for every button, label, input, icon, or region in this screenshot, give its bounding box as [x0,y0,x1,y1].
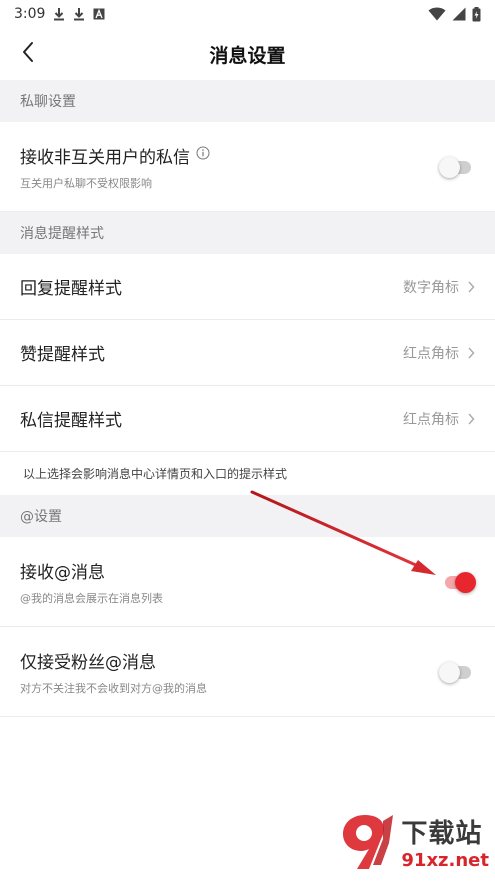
fans-only-mention-sub: 对方不关注我不会收到对方@我的消息 [20,681,207,695]
reply-reminder-label: 回复提醒样式 [20,279,122,299]
signal-icon [452,7,466,21]
receive-non-mutual-row: 接收非互关用户的私信 互关用户私聊不受权限影响 [0,122,495,212]
reply-reminder-row[interactable]: 回复提醒样式 数字角标 [0,254,495,320]
receive-non-mutual-toggle[interactable] [437,156,475,178]
download-icon [53,7,65,21]
back-button[interactable] [12,38,44,70]
download-icon [73,7,85,21]
receive-mention-toggle[interactable] [437,571,476,593]
receive-non-mutual-sub: 互关用户私聊不受权限影响 [20,176,152,190]
fans-only-mention-label: 仅接受粉丝@消息 [20,652,156,673]
like-reminder-label: 赞提醒样式 [20,345,105,365]
private-msg-reminder-row[interactable]: 私信提醒样式 红点角标 [0,386,495,452]
title-bar: 消息设置 [0,28,495,80]
info-icon[interactable] [196,145,210,165]
section-header-private-chat: 私聊设置 [0,80,495,122]
back-arrow-icon [21,41,35,67]
chevron-right-icon [467,413,475,425]
like-reminder-row[interactable]: 赞提醒样式 红点角标 [0,320,495,386]
chevron-right-icon [467,347,475,359]
reply-reminder-value: 数字角标 [403,279,459,296]
receive-mention-row: 接收@消息 @我的消息会展示在消息列表 [0,537,495,627]
watermark-cn: 下载站 [401,819,483,849]
receive-mention-sub: @我的消息会展示在消息列表 [20,591,163,605]
section-header-mention: @设置 [0,495,495,537]
page-title: 消息设置 [209,44,286,67]
reminder-style-note: 以上选择会影响消息中心详情页和入口的提示样式 [0,452,495,495]
chevron-right-icon [467,281,475,293]
receive-mention-label: 接收@消息 [20,562,105,583]
wifi-icon [428,7,446,21]
site-logo-icon [337,809,399,875]
fans-only-mention-toggle[interactable] [437,661,475,683]
battery-icon [472,6,481,22]
section-header-reminder-style: 消息提醒样式 [0,212,495,254]
like-reminder-value: 红点角标 [403,345,459,362]
private-msg-reminder-value: 红点角标 [403,411,459,428]
watermark-url: 91xz.net [401,850,489,871]
receive-non-mutual-label: 接收非互关用户的私信 [20,147,190,168]
private-msg-reminder-label: 私信提醒样式 [20,411,122,431]
text-a-icon [93,8,105,20]
site-watermark: 下载站 91xz.net [337,809,489,875]
fans-only-mention-row: 仅接受粉丝@消息 对方不关注我不会收到对方@我的消息 [0,627,495,717]
status-time: 3:09 [14,6,46,22]
status-bar: 3:09 [0,0,495,28]
